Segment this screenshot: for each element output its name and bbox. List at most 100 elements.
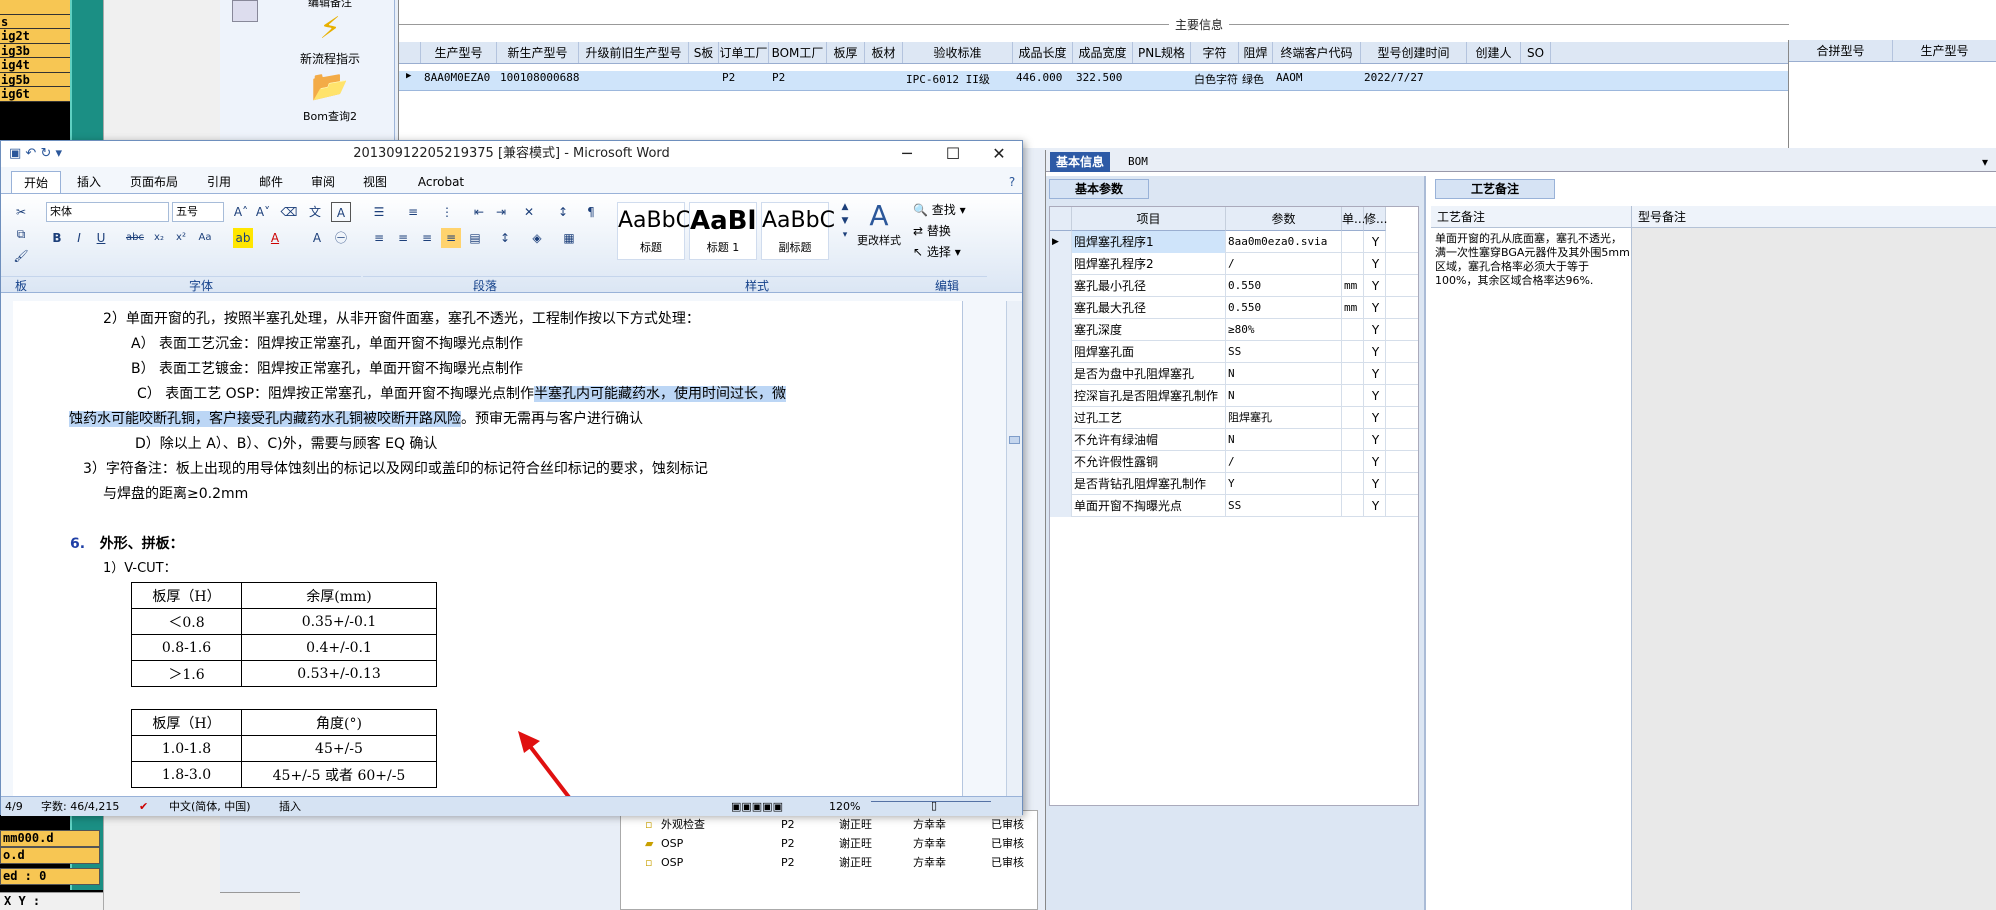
superscript-icon[interactable]: x² bbox=[171, 228, 191, 248]
format-painter-icon[interactable]: 🖌 bbox=[11, 246, 31, 266]
table-cell[interactable]: N bbox=[1226, 363, 1342, 385]
align-center-icon[interactable]: ≡ bbox=[393, 228, 413, 248]
help-icon[interactable]: ? bbox=[1004, 171, 1020, 193]
style-option[interactable]: AaBl 标题 1 bbox=[689, 202, 757, 260]
table-row[interactable]: 不允许有绿油帽 N Y bbox=[1050, 429, 1418, 451]
table-cell[interactable]: SS bbox=[1226, 495, 1342, 517]
terminal-item[interactable]: s bbox=[0, 14, 70, 29]
change-styles-button[interactable]: A 更改样式 bbox=[849, 200, 909, 248]
column-header[interactable]: 创建人 bbox=[1467, 42, 1521, 63]
bullets-icon[interactable]: ☰ bbox=[369, 202, 389, 222]
tab-bom[interactable]: BOM bbox=[1122, 152, 1154, 172]
tab-view[interactable]: 视图 bbox=[355, 171, 395, 193]
shading-icon[interactable]: ◈ bbox=[527, 228, 547, 248]
change-case-icon[interactable]: Aa bbox=[195, 228, 215, 248]
justify-icon[interactable]: ≡ bbox=[441, 228, 461, 248]
column-header[interactable]: 成品长度 bbox=[1013, 42, 1073, 63]
scroll-thumb[interactable] bbox=[1009, 436, 1020, 444]
tab-insert[interactable]: 插入 bbox=[67, 171, 111, 193]
char-shading-icon[interactable]: A bbox=[307, 228, 327, 248]
column-header[interactable]: 修... bbox=[1364, 207, 1387, 231]
column-header[interactable]: 板厚 bbox=[827, 42, 865, 63]
increase-indent-icon[interactable]: ⇥ bbox=[491, 202, 511, 222]
column-header[interactable]: 成品宽度 bbox=[1073, 42, 1133, 63]
column-header[interactable]: BOM工厂 bbox=[769, 42, 827, 63]
borders-icon[interactable]: ▦ bbox=[559, 228, 579, 248]
show-marks-icon[interactable]: ¶ bbox=[581, 202, 601, 222]
multilevel-icon[interactable]: ⋮ bbox=[437, 202, 457, 222]
cut-icon[interactable]: ✂ bbox=[11, 202, 31, 222]
list-item[interactable]: ▰ OSP P2 谢正旺 方幸幸 已审核 bbox=[621, 834, 1037, 853]
model-note-area[interactable] bbox=[1631, 228, 1996, 910]
italic-icon[interactable]: I bbox=[69, 228, 89, 248]
table-row[interactable]: 单面开窗不掏曝光点 SS Y bbox=[1050, 495, 1418, 517]
quick-access-icons[interactable]: ▣ ↶ ↻ ▾ bbox=[9, 141, 62, 167]
table-row[interactable]: 阻焊塞孔程序2/ Y bbox=[1050, 253, 1418, 275]
tab-references[interactable]: 引用 bbox=[199, 171, 239, 193]
chinese-layout-icon[interactable]: ✕ bbox=[519, 202, 539, 222]
column-header[interactable]: PNL规格 bbox=[1133, 42, 1191, 63]
vertical-scrollbar[interactable] bbox=[1006, 301, 1022, 796]
tab-mailings[interactable]: 邮件 bbox=[251, 171, 291, 193]
distribute-icon[interactable]: ▤ bbox=[465, 228, 485, 248]
column-header[interactable]: 阻焊 bbox=[1239, 42, 1273, 63]
tab-acrobat[interactable]: Acrobat bbox=[411, 171, 471, 193]
table-cell[interactable]: 0.550 bbox=[1226, 297, 1342, 319]
zoom-thumb[interactable]: ▯ bbox=[931, 796, 937, 815]
terminal-item[interactable]: ig6t bbox=[0, 87, 70, 102]
column-header[interactable]: 升级前旧生产型号 bbox=[579, 42, 689, 63]
column-header[interactable]: 板材 bbox=[865, 42, 903, 63]
tab-home[interactable]: 开始 bbox=[11, 171, 61, 193]
strikethrough-icon[interactable]: abc bbox=[125, 228, 145, 248]
column-header[interactable]: 验收标准 bbox=[903, 42, 1013, 63]
column-header[interactable]: 型号创建时间 bbox=[1361, 42, 1467, 63]
style-option[interactable]: AaBbC 标题 bbox=[617, 202, 691, 260]
shrink-font-icon[interactable]: A˅ bbox=[253, 202, 273, 222]
table-row[interactable]: 过孔工艺 阻焊塞孔 Y bbox=[1050, 407, 1418, 429]
align-right-icon[interactable]: ≡ bbox=[417, 228, 437, 248]
terminal-item[interactable]: ig3b bbox=[0, 43, 70, 58]
select-button[interactable]: ↖ 选择 ▾ bbox=[913, 242, 966, 263]
table-cell[interactable]: N bbox=[1226, 429, 1342, 451]
list-item[interactable]: ▫ OSP P2 谢正旺 方幸幸 已审核 bbox=[621, 853, 1037, 872]
terminal-item[interactable]: ig4t bbox=[0, 58, 70, 73]
column-header[interactable]: 字符 bbox=[1191, 42, 1239, 63]
terminal-item[interactable]: mm000.d bbox=[0, 830, 100, 847]
table-row[interactable]: 塞孔最小孔径 0.550 mm Y bbox=[1050, 275, 1418, 297]
bold-icon[interactable]: B bbox=[47, 228, 67, 248]
table-row[interactable]: ▶ 阻焊塞孔程序1 8aa0m0eza0.svia Y bbox=[1050, 231, 1418, 253]
subscript-icon[interactable]: x₂ bbox=[149, 228, 169, 248]
table-cell[interactable]: / bbox=[1226, 451, 1342, 473]
column-header[interactable]: 订单工厂 bbox=[719, 42, 769, 63]
column-header[interactable]: 参数 bbox=[1226, 207, 1342, 231]
highlight-icon[interactable]: ab bbox=[233, 228, 253, 248]
minimize-icon[interactable]: ─ bbox=[884, 141, 930, 167]
grow-font-icon[interactable]: A˄ bbox=[231, 202, 251, 222]
status-words[interactable]: 字数: 46/4,215 bbox=[41, 797, 119, 816]
column-header[interactable]: 终端客户代码 bbox=[1273, 42, 1361, 63]
terminal-item[interactable]: ig5b bbox=[0, 72, 70, 87]
new-flow-button[interactable]: ⚡ 新流程指示 bbox=[270, 12, 390, 67]
table-row[interactable]: 塞孔深度 ≥80% Y bbox=[1050, 319, 1418, 341]
terminal-item[interactable]: ig2t bbox=[0, 29, 70, 44]
status-page[interactable]: 4/9 bbox=[5, 797, 23, 816]
table-cell[interactable]: Y bbox=[1226, 473, 1342, 495]
copy-icon[interactable]: ⧉ bbox=[11, 224, 31, 244]
tab-basic-info[interactable]: 基本信息 bbox=[1050, 152, 1111, 172]
table-cell[interactable]: 0.550 bbox=[1226, 275, 1342, 297]
sort-icon[interactable]: ↕ bbox=[553, 202, 573, 222]
table-row[interactable]: 阻焊塞孔面 SS Y bbox=[1050, 341, 1418, 363]
table-cell[interactable]: 8aa0m0eza0.svia bbox=[1226, 231, 1342, 253]
proofing-icon[interactable]: ✔ bbox=[139, 797, 148, 816]
column-header[interactable]: 合拼型号 bbox=[1789, 40, 1893, 61]
view-buttons[interactable]: ▣▣▣▣▣ bbox=[731, 797, 783, 816]
numbering-icon[interactable]: ≡ bbox=[403, 202, 423, 222]
clear-format-icon[interactable]: ⌫ bbox=[279, 202, 299, 222]
zoom-level[interactable]: 120% bbox=[829, 797, 860, 816]
bom-query-button[interactable]: 📂 Bom查询2 bbox=[270, 70, 390, 124]
table-cell[interactable]: 阻焊塞孔 bbox=[1226, 407, 1342, 429]
status-mode[interactable]: 插入 bbox=[279, 797, 301, 816]
chevron-down-icon[interactable]: ▾ bbox=[1976, 152, 1994, 172]
column-header[interactable]: 新生产型号 bbox=[497, 42, 579, 63]
table-row[interactable]: 是否背钻孔阻焊塞孔制作 Y Y bbox=[1050, 473, 1418, 495]
